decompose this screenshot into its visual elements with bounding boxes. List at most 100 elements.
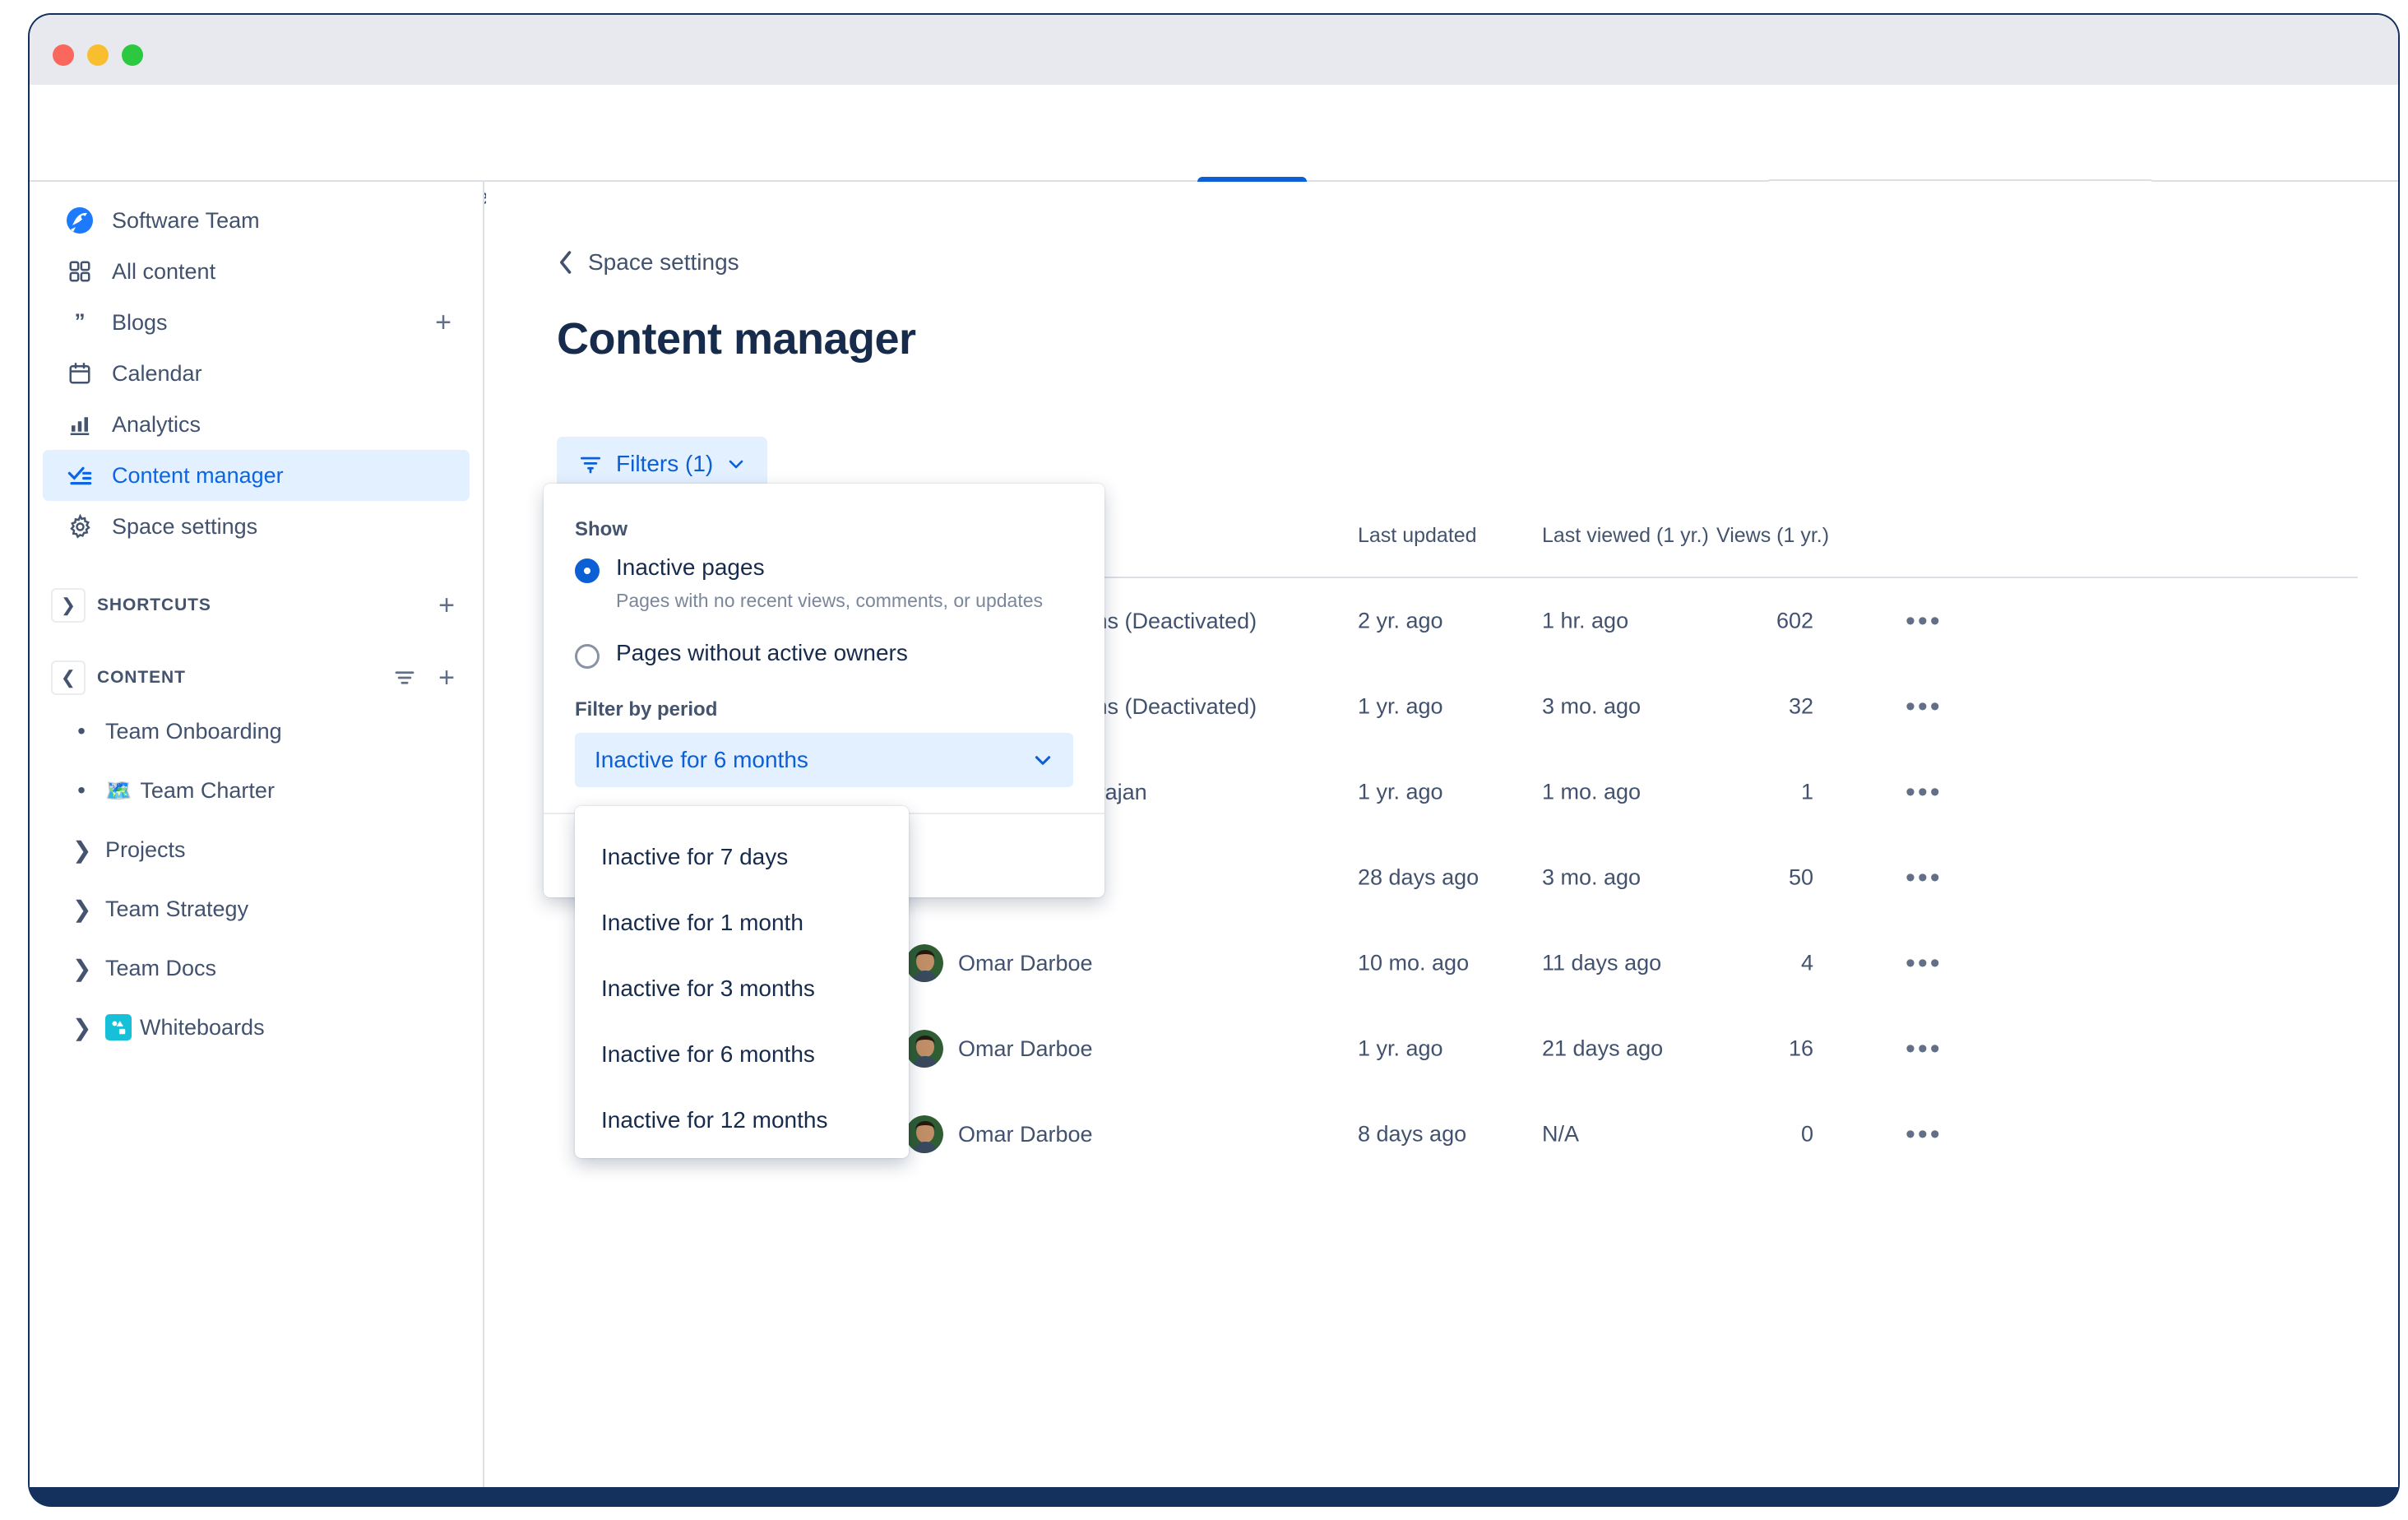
radio-button-unselected[interactable] <box>575 644 600 670</box>
owner-cell: Omar Darboe <box>905 1115 1093 1153</box>
owner-name: Omar Darboe <box>958 1121 1093 1147</box>
filter-icon <box>578 452 603 476</box>
window-close-button[interactable] <box>53 44 74 66</box>
views-cell: 0 <box>1800 1121 1813 1147</box>
sidebar-item-space-settings[interactable]: Space settings <box>43 501 470 552</box>
collapse-content-chevron-down-icon[interactable]: ❮ <box>51 660 86 695</box>
last-viewed-cell: 11 days ago <box>1542 950 1662 975</box>
sidebar-item-label: All content <box>112 258 216 284</box>
row-more-actions-button[interactable]: ••• <box>1906 607 1943 635</box>
sidebar-page-team-strategy[interactable]: ❯ Team Strategy <box>43 879 470 938</box>
rocket-icon <box>66 206 94 234</box>
page-title: Content manager <box>557 314 916 364</box>
radio-label: Inactive pages <box>616 554 765 580</box>
sidebar-item-blogs[interactable]: ” Blogs + <box>43 297 470 348</box>
sidebar-page-projects[interactable]: ❯ Projects <box>43 820 470 879</box>
chevron-down-icon <box>1032 749 1054 771</box>
breadcrumb-back-to-space-settings[interactable]: Space settings <box>557 249 739 276</box>
chevron-right-icon[interactable]: ❯ <box>72 1014 91 1041</box>
period-options-menu: Inactive for 7 days Inactive for 1 month… <box>575 806 909 1158</box>
period-option-1-month[interactable]: Inactive for 1 month <box>575 890 909 956</box>
space-sidebar: Software Team All content ” Blogs + Cale… <box>30 182 484 1487</box>
bullet-icon: • <box>77 718 86 744</box>
add-content-button[interactable]: + <box>438 664 455 692</box>
row-more-actions-button[interactable]: ••• <box>1906 864 1943 892</box>
owner-cell: Omar Darboe <box>905 944 1093 982</box>
row-more-actions-button[interactable]: ••• <box>1906 1035 1943 1063</box>
views-cell: 4 <box>1800 950 1813 975</box>
last-viewed-cell: 3 mo. ago <box>1542 693 1642 719</box>
window-minimize-button[interactable] <box>87 44 109 66</box>
sidebar-item-label: Analytics <box>112 411 201 437</box>
views-cell: 16 <box>1788 1036 1813 1061</box>
chevron-right-icon[interactable]: ❯ <box>72 955 91 982</box>
radio-label: Pages without active owners <box>616 640 908 666</box>
sidebar-page-team-charter[interactable]: • 🗺️ Team Charter <box>43 761 470 820</box>
sidebar-item-calendar[interactable]: Calendar <box>43 348 470 399</box>
add-shortcut-button[interactable]: + <box>438 591 455 619</box>
sidebar-item-analytics[interactable]: Analytics <box>43 399 470 450</box>
radio-button-selected[interactable] <box>575 558 600 583</box>
avatar <box>905 1115 943 1153</box>
period-selected-value: Inactive for 6 months <box>595 747 808 773</box>
last-viewed-cell: 1 mo. ago <box>1542 779 1642 804</box>
expand-shortcuts-chevron-right-icon[interactable]: ❯ <box>51 588 86 623</box>
window-maximize-button[interactable] <box>122 44 143 66</box>
svg-text:”: ” <box>74 310 85 334</box>
browser-window-frame: Confluence Home Recent ▾ Spaces ▾ Teams <box>30 15 2398 1505</box>
show-label: Show <box>575 518 627 540</box>
sidebar-item-all-content[interactable]: All content <box>43 246 470 297</box>
sort-icon[interactable] <box>392 665 417 690</box>
sidebar-item-label: Space settings <box>112 513 258 539</box>
chevron-right-icon[interactable]: ❯ <box>72 896 91 923</box>
row-more-actions-button[interactable]: ••• <box>1906 1120 1943 1148</box>
filter-by-period-label: Filter by period <box>575 698 718 721</box>
column-header-last-viewed[interactable]: Last viewed (1 yr.) <box>1542 524 1709 548</box>
sidebar-page-team-onboarding[interactable]: • Team Onboarding <box>43 702 470 761</box>
window-titlebar <box>30 15 2398 85</box>
row-more-actions-button[interactable]: ••• <box>1906 778 1943 806</box>
sidebar-page-label: Projects <box>105 836 186 862</box>
column-header-last-updated[interactable]: Last updated <box>1358 524 1477 548</box>
owner-cell: Omar Darboe <box>905 1030 1093 1068</box>
sidebar-section-shortcuts: ❯ SHORTCUTS + <box>43 582 470 629</box>
period-option-12-months[interactable]: Inactive for 12 months <box>575 1087 909 1153</box>
owner-name: Omar Darboe <box>958 1036 1093 1061</box>
add-blog-button[interactable]: + <box>435 308 452 336</box>
calendar-icon <box>66 359 94 387</box>
row-more-actions-button[interactable]: ••• <box>1906 949 1943 977</box>
period-select-dropdown[interactable]: Inactive for 6 months <box>575 733 1073 788</box>
sidebar-item-label: Software Team <box>112 207 260 233</box>
radio-option-inactive-pages[interactable]: Inactive pages Pages with no recent view… <box>575 554 1073 612</box>
last-updated-cell: 1 yr. ago <box>1358 1036 1443 1061</box>
owner-name: Omar Darboe <box>958 950 1093 975</box>
row-more-actions-button[interactable]: ••• <box>1906 693 1943 721</box>
sidebar-page-whiteboards[interactable]: ❯ Whiteboards <box>43 998 470 1057</box>
sidebar-item-label: Blogs <box>112 309 168 335</box>
period-option-6-months[interactable]: Inactive for 6 months <box>575 1022 909 1087</box>
chart-icon <box>66 410 94 438</box>
chevron-down-icon <box>726 454 746 474</box>
last-viewed-cell: 21 days ago <box>1542 1036 1664 1061</box>
chevron-right-icon[interactable]: ❯ <box>72 836 91 864</box>
radio-description: Pages with no recent views, comments, or… <box>616 590 1044 612</box>
sidebar-item-content-manager[interactable]: Content manager <box>43 450 470 501</box>
sidebar-page-label: Team Onboarding <box>105 718 282 744</box>
quote-icon: ” <box>66 308 94 336</box>
radio-option-pages-without-active-owners[interactable]: Pages without active owners <box>575 640 1073 670</box>
sidebar-page-label: Team Strategy <box>105 896 249 921</box>
checklist-icon <box>66 461 94 489</box>
global-navigation-bar: Confluence Home Recent ▾ Spaces ▾ Teams <box>30 85 2398 233</box>
whiteboard-icon <box>105 1014 132 1040</box>
sidebar-page-label: Whiteboards <box>140 1014 265 1040</box>
sidebar-item-label: Calendar <box>112 360 202 386</box>
period-option-7-days[interactable]: Inactive for 7 days <box>575 824 909 890</box>
chevron-left-icon <box>557 250 575 275</box>
period-option-3-months[interactable]: Inactive for 3 months <box>575 956 909 1022</box>
column-header-views[interactable]: Views (1 yr.) <box>1716 524 1829 548</box>
last-updated-cell: 28 days ago <box>1358 864 1480 890</box>
sidebar-item-software-team[interactable]: Software Team <box>43 195 470 246</box>
sidebar-page-label: Team Charter <box>140 777 275 803</box>
views-cell: 50 <box>1788 864 1813 890</box>
sidebar-page-team-docs[interactable]: ❯ Team Docs <box>43 938 470 998</box>
